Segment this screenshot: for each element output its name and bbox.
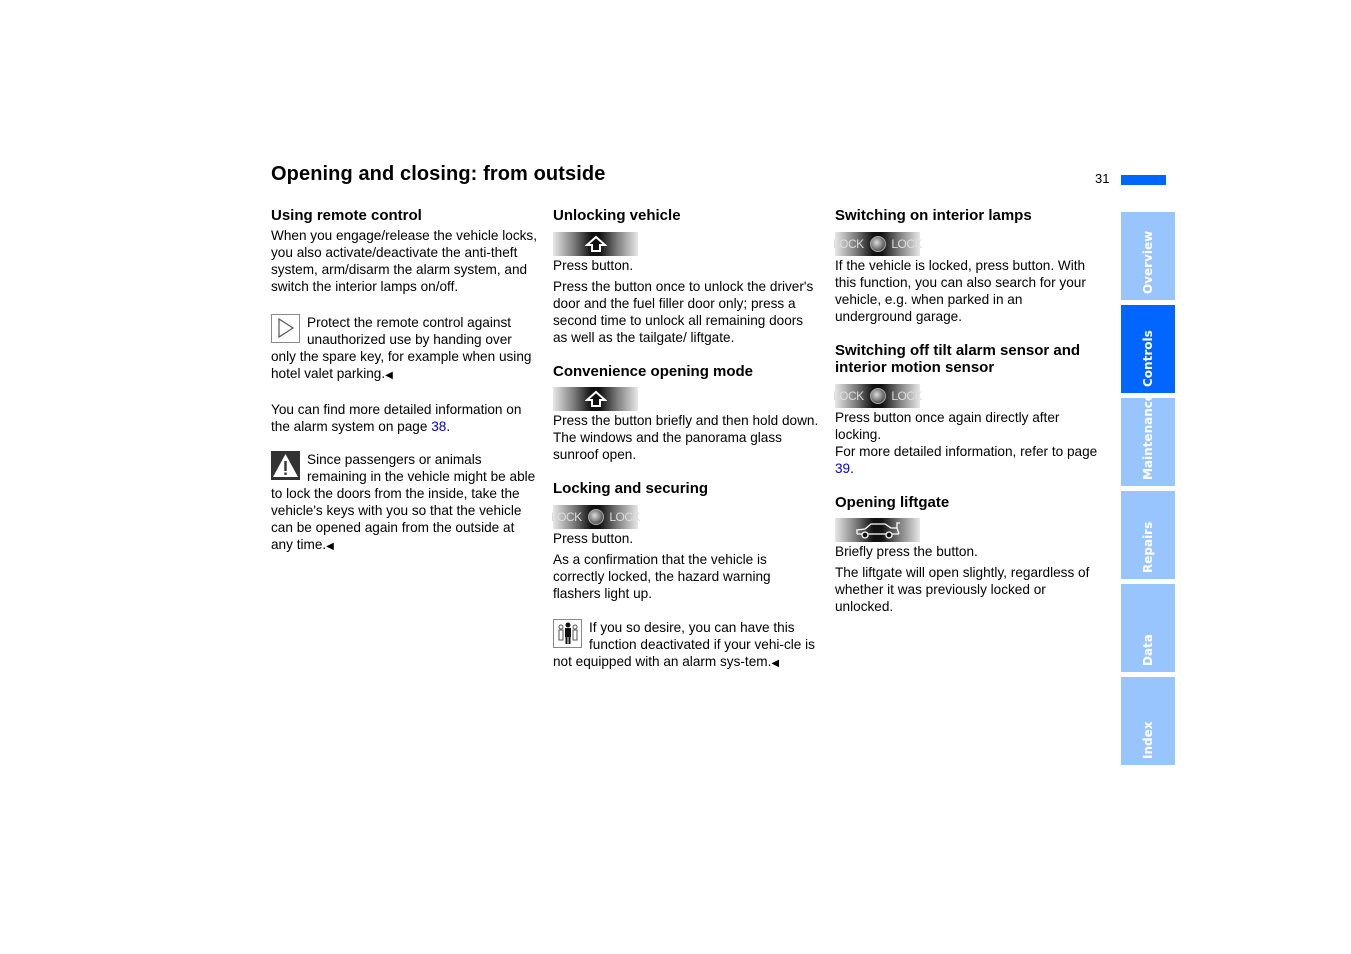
lock-knob-icon — [869, 387, 886, 404]
tab-controls[interactable]: Controls — [1121, 305, 1175, 393]
tilt-body-2: For more detailed information, refer to … — [835, 443, 1103, 477]
chapter-tabs: Overview Controls Maintenance Repairs Da… — [1121, 212, 1175, 770]
workshop-people-icon — [553, 618, 582, 648]
heading-locking-securing: Locking and securing — [553, 480, 709, 497]
unlock-step: Press button. — [553, 257, 634, 273]
lamps-body: If the vehicle is locked, press button. … — [835, 257, 1086, 324]
tab-label: Index — [1141, 721, 1155, 759]
page-link-38[interactable]: 38 — [431, 419, 446, 434]
remote-control-intro: When you engage/release the vehicle lock… — [271, 227, 537, 294]
convenience-body-2: The windows and the panorama glass sunro… — [553, 430, 782, 462]
heading-unlocking-vehicle: Unlocking vehicle — [553, 207, 681, 224]
liftgate-button-image — [835, 518, 920, 542]
heading-tilt-alarm: Switching off tilt alarm sensor and inte… — [835, 341, 1081, 377]
note-triangle-icon — [271, 313, 300, 343]
end-mark-icon: ◀ — [326, 540, 334, 552]
tab-label: Overview — [1141, 230, 1155, 294]
alarm-info-text: You can find more detailed information o… — [271, 401, 522, 434]
heading-opening-liftgate: Opening liftgate — [835, 493, 950, 511]
tab-label: Repairs — [1141, 521, 1155, 573]
tab-repairs[interactable]: Repairs — [1121, 491, 1175, 579]
tab-index[interactable]: Index — [1121, 677, 1175, 765]
tilt-body-2-period: . — [850, 460, 854, 476]
column-2: Unlocking vehicle Press button. Press th… — [551, 207, 821, 672]
heading-using-remote-control: Using remote control — [271, 207, 422, 224]
page-number-bar — [1121, 175, 1166, 185]
convenience-button-image — [553, 387, 638, 411]
lock-label: LOCK — [551, 509, 582, 524]
tab-data[interactable]: Data — [1121, 584, 1175, 672]
page-number: 31 — [1095, 171, 1110, 186]
end-mark-icon: ◀ — [385, 369, 393, 381]
locking-body: As a confirmation that the vehicle is co… — [553, 551, 771, 601]
heading-convenience-opening: Convenience opening mode — [553, 362, 754, 380]
alarm-info-period: . — [446, 418, 451, 434]
warning-icon — [271, 450, 300, 480]
column-3: Switching on interior lamps LOCK LOCK If… — [833, 207, 1103, 615]
lock-button-image: LOCK LOCK — [833, 383, 922, 408]
locking-step: Press button. — [553, 530, 634, 546]
car-liftgate-icon — [855, 522, 900, 539]
lock-label: LOCK — [833, 236, 864, 251]
tab-maintenance[interactable]: Maintenance — [1121, 393, 1175, 486]
note-deactivate: If you so desire, you can have this func… — [553, 618, 821, 672]
lock-knob-icon — [869, 235, 886, 252]
page-link-39[interactable]: 39 — [835, 461, 850, 476]
tab-label: Maintenance — [1141, 392, 1155, 480]
heading-interior-lamps: Switching on interior lamps — [835, 207, 1032, 224]
lock-label: LOCK — [609, 509, 640, 524]
lock-label: LOCK — [833, 388, 864, 403]
note-protect-remote: Protect the remote control against unaut… — [271, 313, 539, 384]
note-text: Protect the remote control against unaut… — [271, 314, 532, 381]
lock-label: LOCK — [891, 388, 922, 403]
liftgate-step: Briefly press the button. — [835, 544, 978, 559]
tilt-body-2-text: For more detailed information, refer to … — [835, 443, 1098, 459]
unlock-arrow-icon — [584, 235, 607, 252]
alarm-info: You can find more detailed information o… — [271, 401, 539, 435]
liftgate-body: The liftgate will open slightly, regardl… — [835, 565, 1090, 614]
tab-label: Controls — [1141, 330, 1155, 387]
column-1: Using remote control When you engage/rel… — [271, 207, 539, 555]
lock-label: LOCK — [891, 236, 922, 251]
tilt-body-1: Press button once again directly after l… — [835, 409, 1060, 442]
tab-label: Data — [1141, 634, 1155, 666]
warning-passengers: Since passengers or animals remaining in… — [271, 450, 539, 555]
tab-overview[interactable]: Overview — [1121, 212, 1175, 300]
page-title: Opening and closing: from outside — [271, 163, 606, 185]
warning-text: Since passengers or animals remaining in… — [271, 451, 536, 552]
lock-button-image: LOCK LOCK — [833, 231, 922, 256]
unlock-button-image — [553, 231, 638, 256]
lock-button-image: LOCK LOCK — [551, 504, 640, 529]
unlock-arrow-icon — [584, 390, 607, 407]
unlock-body: Press the button once to unlock the driv… — [553, 278, 814, 345]
convenience-body-1: Press the button briefly and then hold d… — [553, 413, 819, 428]
lock-knob-icon — [587, 508, 604, 525]
end-mark-icon: ◀ — [771, 657, 780, 669]
